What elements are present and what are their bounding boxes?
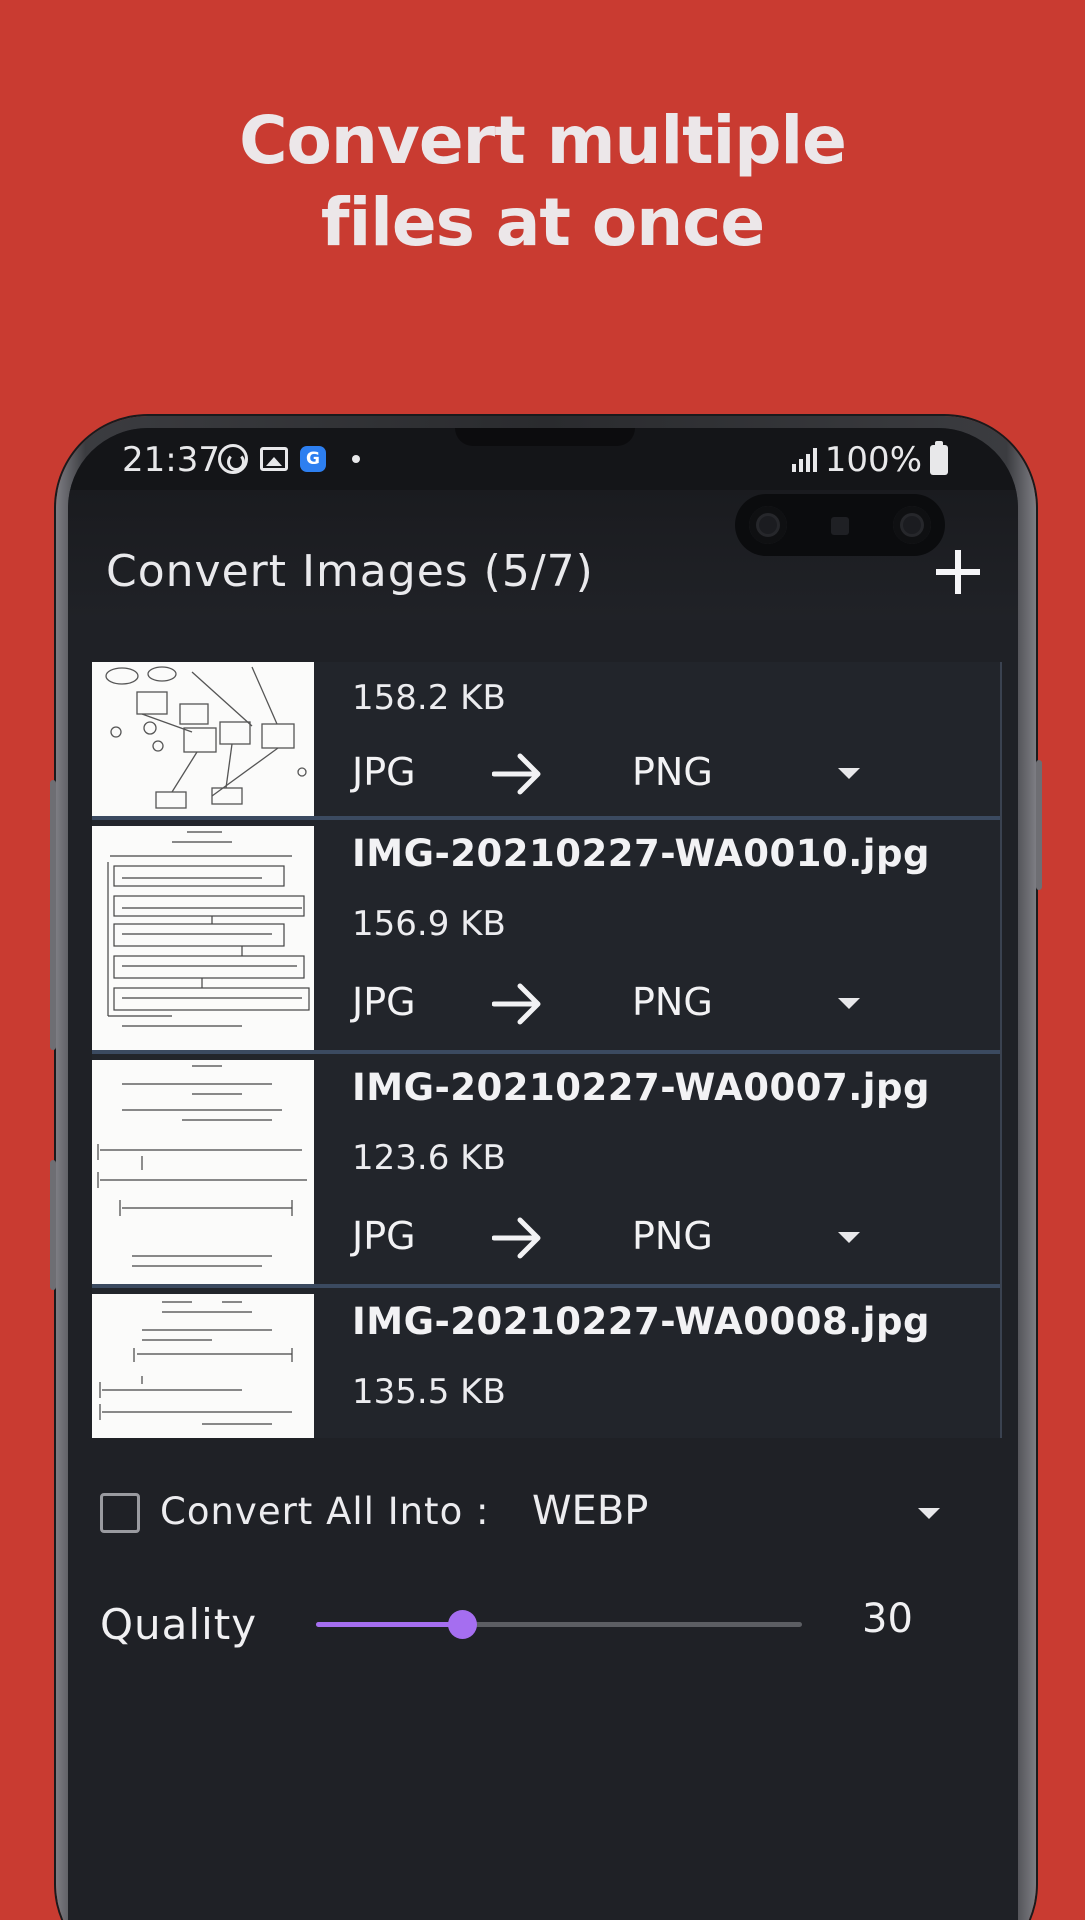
speaker-notch bbox=[455, 428, 635, 446]
file-thumbnail bbox=[92, 1294, 314, 1438]
file-thumbnail bbox=[92, 662, 314, 816]
file-size: 156.9 KB bbox=[352, 904, 506, 944]
arrow-right-icon bbox=[492, 983, 541, 1025]
signal-icon bbox=[791, 448, 817, 472]
convert-all-label: Convert All Into : bbox=[160, 1490, 490, 1533]
sync-icon bbox=[218, 444, 248, 474]
chevron-down-icon[interactable] bbox=[838, 998, 860, 1009]
format-conversion: JPG PNG bbox=[352, 1214, 872, 1264]
camera-sensor bbox=[831, 517, 849, 535]
file-thumbnail bbox=[92, 1060, 314, 1284]
format-conversion: JPG PNG bbox=[352, 980, 872, 1030]
target-format[interactable]: PNG bbox=[632, 980, 713, 1024]
arrow-right-icon bbox=[492, 1217, 541, 1259]
phone-screen: 21:37 G 100% Convert Images (5/7) 158.2 … bbox=[68, 428, 1018, 1920]
target-format[interactable]: PNG bbox=[632, 750, 713, 794]
bixby-button bbox=[50, 1160, 56, 1290]
promo-headline-line-2: files at once bbox=[320, 184, 765, 261]
status-system-icons: 100% bbox=[791, 440, 948, 480]
page-title: Convert Images (5/7) bbox=[106, 546, 594, 597]
camera-lens-left bbox=[749, 506, 787, 544]
file-name: IMG-20210227-WA0010.jpg bbox=[352, 832, 930, 875]
chevron-down-icon[interactable] bbox=[838, 768, 860, 779]
file-size: 123.6 KB bbox=[352, 1138, 506, 1178]
file-name: IMG-20210227-WA0007.jpg bbox=[352, 1066, 930, 1109]
quality-value: 30 bbox=[862, 1596, 913, 1642]
quality-slider[interactable] bbox=[316, 1610, 802, 1639]
quality-slider-thumb[interactable] bbox=[447, 1610, 477, 1639]
battery-percent: 100% bbox=[824, 440, 922, 480]
plus-icon[interactable] bbox=[936, 550, 980, 594]
camera-lens-right bbox=[893, 506, 931, 544]
chevron-down-icon[interactable] bbox=[838, 1232, 860, 1243]
quality-label: Quality bbox=[100, 1600, 258, 1649]
file-item[interactable]: IMG-20210227-WA0010.jpg 156.9 KB JPG PNG bbox=[92, 820, 1000, 1050]
front-camera bbox=[735, 494, 945, 556]
file-list[interactable]: 158.2 KB JPG PNG IMG-20210227-WA0010.jpg… bbox=[92, 662, 1002, 1438]
file-thumbnail bbox=[92, 826, 314, 1050]
file-size: 135.5 KB bbox=[352, 1372, 506, 1412]
quality-row: Quality 30 bbox=[100, 1588, 980, 1658]
file-name: IMG-20210227-WA0008.jpg bbox=[352, 1300, 930, 1343]
file-item[interactable]: IMG-20210227-WA0007.jpg 123.6 KB JPG PNG bbox=[92, 1054, 1000, 1284]
status-bar: 21:37 G 100% bbox=[68, 428, 1018, 490]
arrow-right-icon bbox=[492, 753, 541, 795]
chevron-down-icon[interactable] bbox=[918, 1508, 940, 1519]
source-format: JPG bbox=[352, 1214, 416, 1258]
convert-all-checkbox[interactable] bbox=[100, 1493, 140, 1533]
promo-headline: Convert multiple files at once bbox=[0, 100, 1085, 264]
power-button bbox=[1036, 760, 1042, 890]
file-item[interactable]: IMG-20210227-WA0008.jpg 135.5 KB bbox=[92, 1288, 1000, 1438]
quality-slider-fill bbox=[316, 1622, 462, 1627]
image-icon bbox=[260, 447, 288, 471]
status-time: 21:37 bbox=[122, 440, 220, 480]
battery-icon bbox=[930, 441, 948, 475]
source-format: JPG bbox=[352, 980, 416, 1024]
format-conversion: JPG PNG bbox=[352, 750, 872, 800]
source-format: JPG bbox=[352, 750, 416, 794]
target-format[interactable]: PNG bbox=[632, 1214, 713, 1258]
google-icon: G bbox=[300, 446, 326, 472]
promo-headline-line-1: Convert multiple bbox=[239, 102, 847, 179]
convert-all-row: Convert All Into : WEBP bbox=[100, 1478, 980, 1548]
file-item[interactable]: 158.2 KB JPG PNG bbox=[92, 662, 1000, 816]
convert-all-format-select[interactable]: WEBP bbox=[532, 1488, 648, 1534]
volume-button bbox=[50, 780, 56, 1050]
status-notification-icons: G bbox=[218, 444, 360, 474]
dot-icon bbox=[352, 455, 360, 463]
file-size: 158.2 KB bbox=[352, 678, 506, 718]
